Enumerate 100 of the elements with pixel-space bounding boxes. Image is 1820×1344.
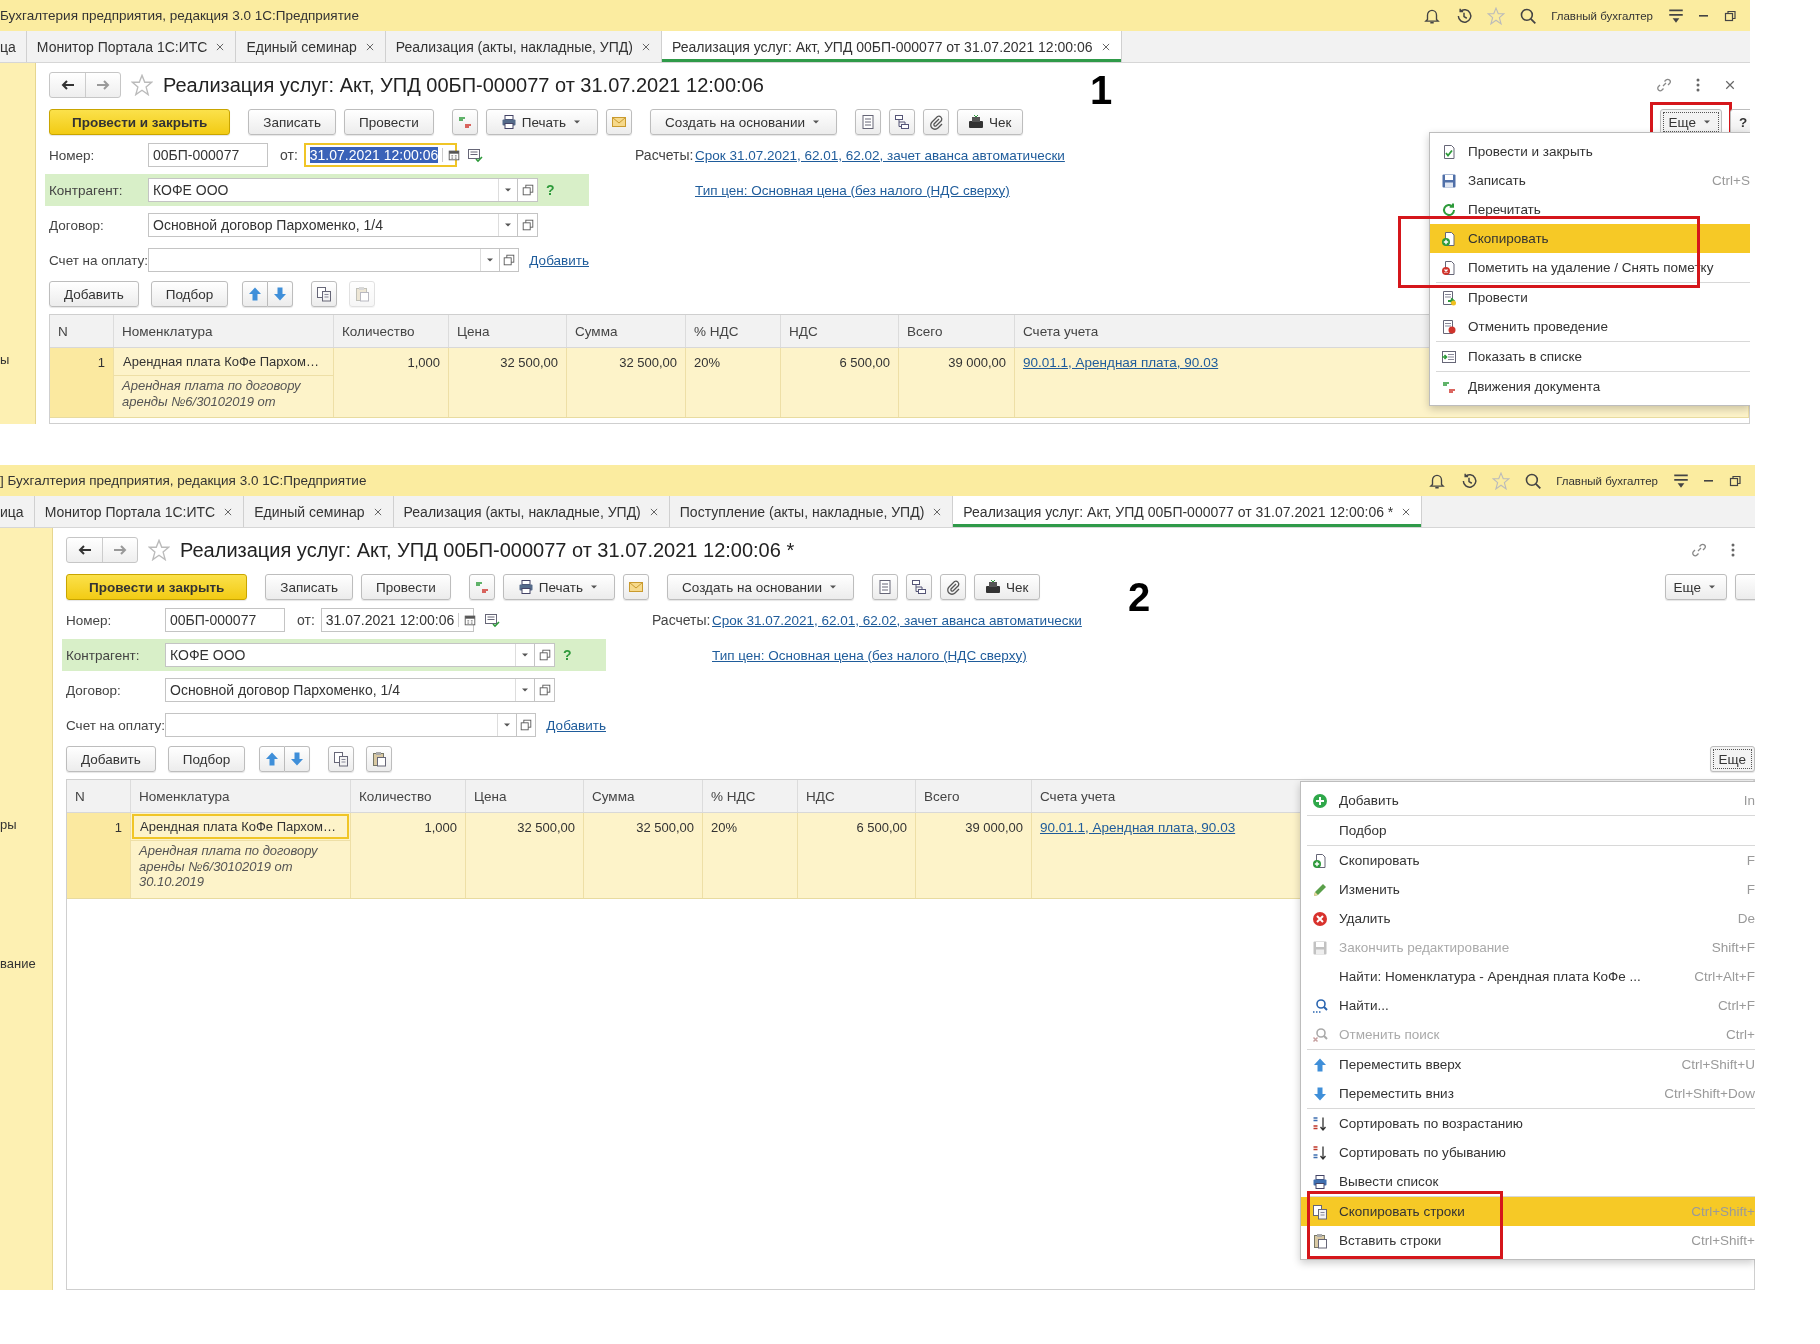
tab[interactable]: Реализация услуг: Акт, УПД 00БП-000077 от 31.07.2021 12:00:06 bbox=[661, 31, 1122, 62]
column-header[interactable]: Номенклатура bbox=[131, 780, 351, 812]
menu-item[interactable]: Вывести список bbox=[1301, 1167, 1755, 1196]
help-button[interactable]: ? bbox=[1730, 109, 1750, 135]
menu-item[interactable]: Скопировать bbox=[1430, 224, 1750, 253]
menu-item[interactable]: Удалить De bbox=[1301, 904, 1755, 933]
sidebar-item[interactable]: вание bbox=[0, 956, 36, 971]
tab[interactable]: Единый семинар bbox=[244, 496, 394, 527]
contract-field[interactable]: Основной договор Пархоменко, 1/4 bbox=[165, 678, 535, 702]
minimize-button[interactable] bbox=[1704, 479, 1713, 482]
menu-item[interactable]: Провести и закрыть bbox=[1430, 137, 1750, 166]
copy-button[interactable] bbox=[311, 281, 338, 307]
down-arrow-button[interactable] bbox=[268, 281, 294, 307]
open-button[interactable] bbox=[500, 248, 520, 272]
toolbar-button[interactable]: Записать bbox=[248, 109, 337, 135]
open-button[interactable] bbox=[518, 178, 538, 202]
toolbar-button[interactable]: Провести bbox=[344, 109, 434, 135]
column-header[interactable]: Количество bbox=[351, 780, 466, 812]
paperclip-button[interactable] bbox=[923, 109, 950, 135]
history-button[interactable] bbox=[1455, 6, 1474, 25]
invoice-field[interactable] bbox=[165, 713, 518, 737]
column-header[interactable]: % НДС bbox=[686, 315, 781, 347]
debit-credit-button[interactable] bbox=[468, 574, 495, 600]
tab[interactable]: Единый семинар bbox=[236, 31, 386, 62]
menu-item[interactable]: Вставить строки Ctrl+Shift+ bbox=[1301, 1226, 1755, 1255]
open-button[interactable] bbox=[517, 713, 537, 737]
history-button[interactable] bbox=[1460, 471, 1479, 490]
tab[interactable]: Реализация услуг: Акт, УПД 00БП-000077 от 31.07.2021 12:00:06 * bbox=[953, 496, 1423, 527]
column-header[interactable]: Цена bbox=[449, 315, 567, 347]
primary-button[interactable]: Провести и закрыть bbox=[49, 109, 231, 135]
tab[interactable]: ица bbox=[0, 496, 35, 527]
date-field[interactable]: 31.07.2021 12:00:06 bbox=[303, 143, 457, 167]
close-button[interactable] bbox=[1724, 79, 1736, 91]
up-arrow-button[interactable] bbox=[242, 281, 269, 307]
add-link[interactable]: Добавить bbox=[546, 717, 606, 733]
dropdown-button[interactable]: Печать bbox=[502, 574, 616, 600]
toolbar-button[interactable]: Добавить bbox=[66, 746, 156, 772]
menu-item[interactable]: Провести bbox=[1430, 283, 1750, 312]
document-list-button[interactable] bbox=[872, 574, 899, 600]
column-header[interactable]: НДС bbox=[798, 780, 916, 812]
sidebar-item[interactable]: ы bbox=[0, 352, 10, 367]
user-name[interactable]: Главный бухгалтер bbox=[1551, 9, 1653, 22]
more-button[interactable]: Еще bbox=[1664, 574, 1727, 600]
tab[interactable]: Реализация (акты, накладные, УПД) bbox=[393, 496, 670, 527]
column-header[interactable]: Сумма bbox=[567, 315, 686, 347]
menu-item[interactable]: Сортировать по убыванию bbox=[1301, 1138, 1755, 1167]
table-cell[interactable]: Арендная плата КоФе Пархом… bbox=[115, 349, 332, 374]
price-type-link[interactable]: Тип цен: Основная цена (без налого (НДС сверху) bbox=[695, 182, 1010, 198]
column-header[interactable]: N bbox=[67, 780, 131, 812]
document-check-button[interactable] bbox=[466, 147, 483, 163]
more-button[interactable]: Еще bbox=[1709, 746, 1755, 772]
number-field[interactable]: 00БП-000077 bbox=[148, 143, 268, 167]
tab[interactable]: Реализация (акты, накладные, УПД) bbox=[385, 31, 662, 62]
column-header[interactable]: Сумма bbox=[584, 780, 703, 812]
dropdown-button[interactable]: Печать bbox=[485, 109, 599, 135]
open-button[interactable] bbox=[518, 213, 538, 237]
menu-item[interactable]: Найти... Ctrl+F bbox=[1301, 991, 1755, 1020]
down-arrow-button[interactable] bbox=[285, 746, 311, 772]
toolbar-button[interactable]: Чек bbox=[974, 574, 1040, 600]
toolbar-button[interactable]: Записать bbox=[265, 574, 354, 600]
envelope-button[interactable] bbox=[623, 574, 650, 600]
toolbar-button[interactable]: Подбор bbox=[167, 746, 246, 772]
column-header[interactable]: Количество bbox=[334, 315, 449, 347]
primary-button[interactable]: Провести и закрыть bbox=[66, 574, 248, 600]
link-button[interactable] bbox=[1691, 542, 1707, 558]
menu-item[interactable]: Скопировать F bbox=[1301, 846, 1755, 875]
menu-item[interactable]: Найти: Номенклатура - Арендная плата КоФе ... Ctrl+Alt+F bbox=[1301, 962, 1755, 991]
copy-button[interactable] bbox=[328, 746, 355, 772]
menu-item[interactable]: Перечитать bbox=[1430, 195, 1750, 224]
menu-item[interactable]: Подбор bbox=[1301, 816, 1755, 845]
dropdown-button[interactable]: Создать на основании bbox=[667, 574, 855, 600]
counterparty-field[interactable]: КОФЕ ООО bbox=[165, 643, 535, 667]
up-arrow-button[interactable] bbox=[259, 746, 286, 772]
search-button[interactable] bbox=[1519, 6, 1538, 25]
menu-item[interactable]: Движения документа bbox=[1430, 372, 1750, 401]
counterparty-field[interactable]: КОФЕ ООО bbox=[148, 178, 518, 202]
column-header[interactable]: НДС bbox=[781, 315, 899, 347]
invoice-field[interactable] bbox=[148, 248, 501, 272]
account-link[interactable]: 90.01.1, Арендная плата, 90.03 bbox=[1040, 820, 1236, 835]
hierarchy-button[interactable] bbox=[889, 109, 916, 135]
document-list-button[interactable] bbox=[855, 109, 882, 135]
paperclip-button[interactable] bbox=[940, 574, 967, 600]
toolbar-button[interactable]: Провести bbox=[361, 574, 451, 600]
tab[interactable]: ца bbox=[0, 31, 27, 62]
more-button[interactable]: Еще bbox=[1659, 109, 1722, 135]
menu-item[interactable]: Переместить вниз Ctrl+Shift+Dow bbox=[1301, 1079, 1755, 1108]
tab[interactable]: Монитор Портала 1С:ИТС bbox=[34, 496, 245, 527]
date-field[interactable]: 31.07.2021 12:00:06 bbox=[320, 608, 474, 632]
column-header[interactable]: N bbox=[50, 315, 114, 347]
add-link[interactable]: Добавить bbox=[529, 252, 589, 268]
open-button[interactable] bbox=[535, 678, 555, 702]
minimize-button[interactable] bbox=[1699, 14, 1708, 17]
user-name[interactable]: Главный бухгалтер bbox=[1556, 474, 1658, 487]
toolbar-button[interactable]: Добавить bbox=[49, 281, 139, 307]
table-cell[interactable]: Арендная плата КоФе Пархом… bbox=[132, 814, 349, 839]
settlements-link[interactable]: Срок 31.07.2021, 62.01, 62.02, зачет аванса автоматически bbox=[695, 147, 1065, 163]
column-header[interactable]: Всего bbox=[899, 315, 1015, 347]
menu-item[interactable]: Изменить F bbox=[1301, 875, 1755, 904]
dropdown-button[interactable]: Создать на основании bbox=[650, 109, 838, 135]
menu-item[interactable]: Переместить вверх Ctrl+Shift+U bbox=[1301, 1050, 1755, 1079]
